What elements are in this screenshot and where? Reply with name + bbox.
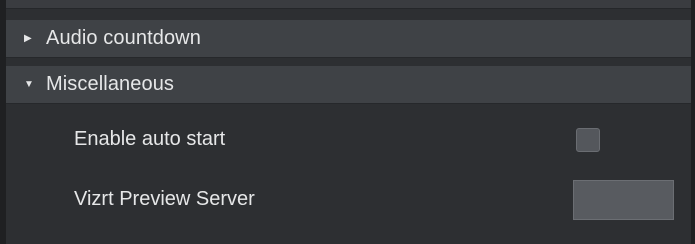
preview-server-label: Vizrt Preview Server [74, 188, 255, 210]
triangle-down-icon: ▼ [24, 78, 34, 90]
section-header-audio-countdown[interactable]: ▶ Audio countdown [6, 20, 691, 58]
preview-server-row: Vizrt Preview Server [6, 180, 691, 220]
preview-server-input[interactable] [573, 180, 674, 220]
auto-start-row: Enable auto start [6, 120, 691, 160]
triangle-right-icon: ▶ [24, 32, 32, 44]
section-title: Miscellaneous [46, 73, 175, 95]
miscellaneous-content: Enable auto start Vizrt Preview Server [6, 104, 691, 244]
auto-start-label: Enable auto start [74, 128, 226, 150]
settings-panel: ▶ Audio countdown ▼ Miscellaneous Enable… [0, 0, 695, 244]
auto-start-checkbox[interactable] [576, 128, 600, 152]
panel-right-border [691, 0, 695, 244]
section-header-miscellaneous[interactable]: ▼ Miscellaneous [6, 66, 691, 104]
panel-top-strip [6, 0, 691, 9]
section-title: Audio countdown [46, 27, 201, 49]
